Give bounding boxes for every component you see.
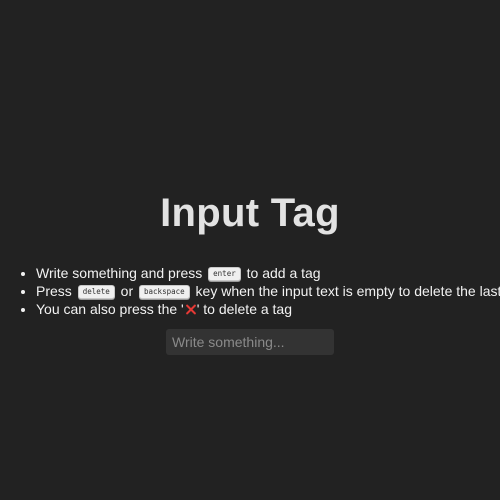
- instruction-text: key when the input text is empty to dele…: [195, 283, 500, 299]
- instruction-text: to add a tag: [246, 265, 321, 281]
- instruction-text: ' to delete a tag: [196, 301, 293, 317]
- instruction-text: Press: [36, 283, 72, 299]
- page-title: Input Tag: [160, 191, 340, 235]
- instruction-item-delete-last: Press delete or backspace key when the i…: [36, 282, 500, 300]
- backspace-key: backspace: [139, 285, 190, 299]
- close-icon: [185, 304, 196, 315]
- instruction-item-add: Write something and press enter to add a…: [36, 264, 500, 282]
- delete-key: delete: [77, 285, 115, 299]
- instructions-list: Write something and press enter to add a…: [20, 264, 500, 318]
- tag-input[interactable]: [166, 329, 334, 355]
- instruction-text: or: [120, 283, 134, 299]
- page: Input Tag Write something and press ente…: [0, 0, 500, 500]
- instruction-text: You can also press the ': [36, 301, 184, 317]
- instruction-item-remove-tag: You can also press the ' ' to delete a ta…: [36, 300, 500, 318]
- enter-key: enter: [208, 267, 241, 281]
- instruction-text: Write something and press: [36, 265, 203, 281]
